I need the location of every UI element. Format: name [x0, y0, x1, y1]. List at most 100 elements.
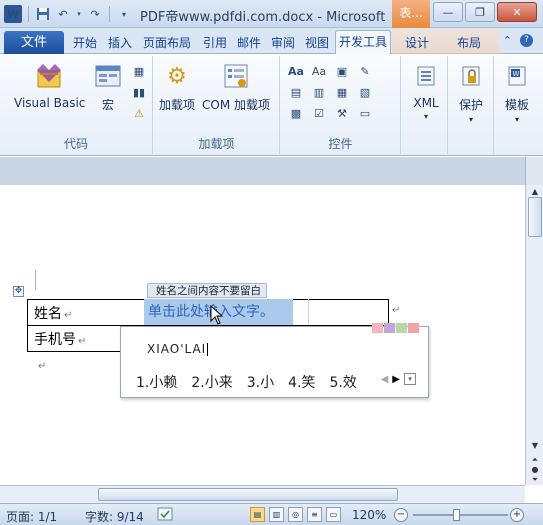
- design-mode-icon[interactable]: ✎: [356, 62, 374, 80]
- ime-palette-swatch[interactable]: [372, 323, 383, 333]
- paragraph-mark-icon: ↵: [78, 335, 87, 347]
- table-cell[interactable]: 姓名 ↵: [27, 299, 145, 326]
- word-logo-icon[interactable]: W: [4, 5, 22, 23]
- ribbon-help-controls: ⌃ ?: [503, 34, 533, 47]
- pause-recording-icon[interactable]: ▮▮: [130, 83, 148, 101]
- group-icon[interactable]: ▭: [356, 104, 374, 122]
- ime-candidate[interactable]: 4.笑: [288, 372, 315, 392]
- horizontal-scrollbar[interactable]: [0, 485, 525, 503]
- ime-candidate[interactable]: 3.小: [247, 372, 274, 392]
- combo-box-control-icon[interactable]: ▥: [310, 83, 328, 101]
- plain-text-control-icon[interactable]: Aa: [310, 62, 328, 80]
- page-count[interactable]: 页面: 1/1: [6, 508, 57, 525]
- tab-view[interactable]: 视图: [305, 34, 329, 51]
- record-macro-icon[interactable]: ▦: [130, 62, 148, 80]
- file-tab[interactable]: 文件: [4, 31, 64, 54]
- zoom-out-icon[interactable]: −: [394, 508, 408, 522]
- scroll-down-icon[interactable]: ▼: [528, 441, 542, 451]
- visual-basic-button[interactable]: Visual Basic: [14, 60, 85, 110]
- content-control-title-tab[interactable]: 姓名之间内容不要留白: [147, 283, 267, 298]
- help-icon[interactable]: ?: [520, 34, 533, 47]
- quick-access-toolbar: W ↶ ▾ ↷ ▾: [4, 5, 132, 23]
- com-addins-button[interactable]: COM 加载项: [202, 60, 270, 113]
- draft-view-icon[interactable]: ▭: [326, 507, 341, 522]
- full-screen-reading-icon[interactable]: ▥: [269, 507, 284, 522]
- zoom-in-icon[interactable]: +: [510, 508, 524, 522]
- proofing-icon[interactable]: [157, 507, 173, 524]
- tab-layout[interactable]: 布局: [457, 34, 481, 51]
- tab-home[interactable]: 开始: [73, 34, 97, 51]
- addins-label: 加载项: [159, 98, 196, 112]
- ruler-area: [0, 157, 543, 185]
- ruler-toggle-icon[interactable]: [525, 157, 543, 185]
- web-layout-icon[interactable]: ◎: [288, 507, 303, 522]
- zoom-slider-thumb[interactable]: [453, 509, 460, 521]
- ime-palette-swatch[interactable]: [408, 323, 419, 333]
- word-count[interactable]: 字数: 9/14: [85, 508, 144, 525]
- browse-object-icon[interactable]: ●: [528, 465, 542, 475]
- status-bar: 页面: 1/1 字数: 9/14 ▤ ▥ ◎ ≡ ▭ 120% − +: [0, 503, 543, 525]
- undo-dropdown-icon[interactable]: ▾: [75, 6, 83, 22]
- tab-review[interactable]: 审阅: [271, 34, 295, 51]
- tab-mailings[interactable]: 邮件: [237, 34, 261, 51]
- vertical-scrollbar[interactable]: ▲ ▼ ⏶ ● ⏷: [525, 185, 543, 485]
- restore-button[interactable]: ❐: [465, 2, 495, 22]
- ime-candidate[interactable]: 5.效: [329, 372, 356, 392]
- protect-icon: [455, 60, 487, 92]
- tab-design[interactable]: 设计: [405, 34, 429, 51]
- dropdown-list-control-icon[interactable]: ▦: [333, 83, 351, 101]
- tab-page-layout[interactable]: 页面布局: [143, 34, 191, 51]
- macro-security-icon[interactable]: ⚠: [130, 104, 148, 122]
- macros-button[interactable]: 宏: [92, 60, 124, 113]
- previous-page-icon[interactable]: ⏶: [528, 455, 542, 465]
- ime-candidate[interactable]: 1.小赖: [136, 372, 177, 392]
- ime-prev-page-icon[interactable]: ◀: [381, 374, 389, 385]
- document-page[interactable]: ✥ 姓名↵ 手机号↵ 姓名之间内容不要留白 单击此处输入文字。 ↵ ↵ XIAO…: [0, 185, 525, 485]
- print-layout-view-icon[interactable]: ▤: [250, 507, 265, 522]
- tab-developer[interactable]: 开发工具: [335, 30, 392, 56]
- undo-icon[interactable]: ↶: [55, 6, 71, 22]
- templates-button[interactable]: W 模板 ▾: [501, 60, 533, 124]
- date-picker-control-icon[interactable]: ▩: [287, 104, 305, 122]
- vertical-scroll-thumb[interactable]: [528, 197, 542, 237]
- next-page-icon[interactable]: ⏷: [528, 475, 542, 485]
- close-button[interactable]: ✕: [497, 2, 537, 22]
- templates-dropdown-icon: ▾: [514, 115, 519, 124]
- rich-text-control-icon[interactable]: Aa: [287, 62, 305, 80]
- ime-next-page-icon[interactable]: ▶: [392, 374, 400, 385]
- table-move-handle-icon[interactable]: ✥: [13, 286, 24, 297]
- paragraph-mark-icon: ↵: [64, 309, 73, 321]
- ime-palette: [372, 323, 419, 333]
- ime-palette-swatch[interactable]: [384, 323, 395, 333]
- window-controls: — ❐ ✕: [433, 2, 537, 22]
- qat-divider: [109, 6, 110, 22]
- tab-references[interactable]: 引用: [203, 34, 227, 51]
- zoom-slider[interactable]: [413, 514, 508, 516]
- scroll-up-icon[interactable]: ▲: [528, 187, 542, 197]
- code-small-icons: ▦ ▮▮ ⚠: [130, 62, 148, 122]
- ime-expand-icon[interactable]: ▾: [404, 373, 416, 385]
- building-block-control-icon[interactable]: ▤: [287, 83, 305, 101]
- redo-icon[interactable]: ↷: [87, 6, 103, 22]
- save-icon[interactable]: [35, 6, 51, 22]
- content-control-title: 姓名之间内容不要留白: [156, 285, 261, 297]
- ime-palette-swatch[interactable]: [396, 323, 407, 333]
- com-addins-icon: [220, 60, 252, 92]
- outline-view-icon[interactable]: ≡: [307, 507, 322, 522]
- minimize-button[interactable]: —: [433, 2, 463, 22]
- checkbox-control-icon[interactable]: ☑: [310, 104, 328, 122]
- properties-icon[interactable]: ▧: [356, 83, 374, 101]
- picture-control-icon[interactable]: ▣: [333, 62, 351, 80]
- zoom-level[interactable]: 120%: [352, 508, 386, 522]
- protect-label: 保护: [458, 98, 483, 112]
- xml-label: XML: [413, 96, 439, 110]
- tab-insert[interactable]: 插入: [108, 34, 132, 51]
- xml-button[interactable]: XML ▾: [410, 60, 442, 121]
- customize-qat-icon[interactable]: ▾: [116, 6, 132, 22]
- protect-button[interactable]: 保护 ▾: [455, 60, 487, 124]
- addins-button[interactable]: ⚙ 加载项: [159, 60, 195, 113]
- horizontal-scroll-thumb[interactable]: [98, 488, 398, 501]
- collapse-ribbon-icon[interactable]: ⌃: [503, 34, 512, 47]
- ime-candidate[interactable]: 2.小来: [191, 372, 232, 392]
- legacy-tools-icon[interactable]: ⚒: [333, 104, 351, 122]
